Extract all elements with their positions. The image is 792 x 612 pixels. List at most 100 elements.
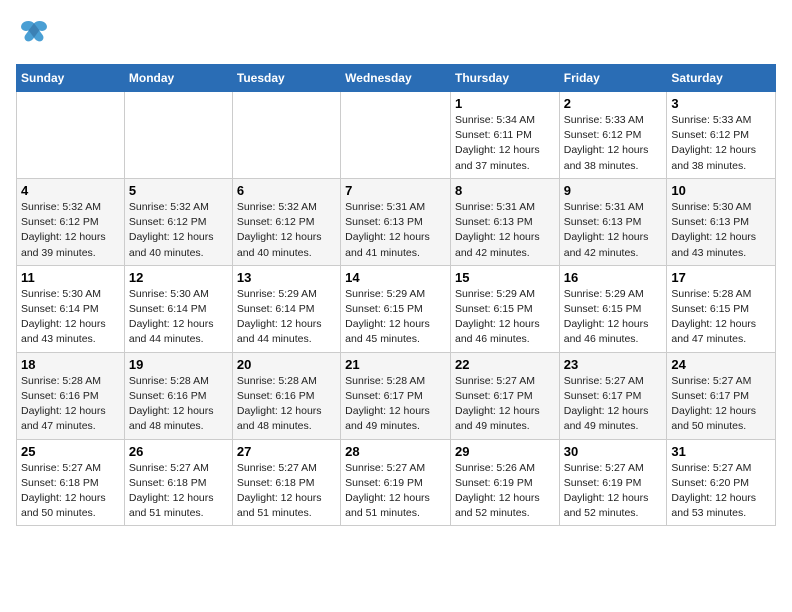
day-info: Sunrise: 5:26 AM Sunset: 6:19 PM Dayligh… [455, 461, 555, 522]
day-info: Sunrise: 5:33 AM Sunset: 6:12 PM Dayligh… [564, 113, 663, 174]
logo-icon [16, 16, 52, 52]
calendar-cell: 24 Sunrise: 5:27 AM Sunset: 6:17 PM Dayli… [667, 352, 776, 439]
logo [16, 16, 56, 52]
day-info: Sunrise: 5:31 AM Sunset: 6:13 PM Dayligh… [455, 200, 555, 261]
calendar-cell: 26Sunrise: 5:27 AM Sunset: 6:18 PM Dayli… [124, 439, 232, 526]
day-number: 17 [671, 270, 771, 285]
day-info: Sunrise: 5:28 AM Sunset: 6:16 PM Dayligh… [237, 374, 336, 435]
day-number: 19 [129, 357, 228, 372]
day-number: 30 [564, 444, 663, 459]
day-info: Sunrise: 5:27 AM Sunset: 6:17 PM Dayligh… [671, 374, 771, 435]
day-number: 27 [237, 444, 336, 459]
calendar-cell [341, 92, 451, 179]
calendar-cell: 27 Sunrise: 5:27 AM Sunset: 6:18 PM Dayli… [232, 439, 340, 526]
day-number: 20 [237, 357, 336, 372]
column-header-saturday: Saturday [667, 65, 776, 92]
calendar-cell [17, 92, 125, 179]
column-header-friday: Friday [559, 65, 667, 92]
calendar-cell [124, 92, 232, 179]
calendar-cell: 17 Sunrise: 5:28 AM Sunset: 6:15 PM Dayli… [667, 265, 776, 352]
calendar-table: SundayMondayTuesdayWednesdayThursdayFrid… [16, 64, 776, 526]
calendar-cell: 10 Sunrise: 5:30 AM Sunset: 6:13 PM Dayli… [667, 178, 776, 265]
calendar-cell: 15 Sunrise: 5:29 AM Sunset: 6:15 PM Dayli… [450, 265, 559, 352]
day-info: Sunrise: 5:27 AM Sunset: 6:18 PM Dayligh… [237, 461, 336, 522]
day-info: Sunrise: 5:30 AM Sunset: 6:13 PM Dayligh… [671, 200, 771, 261]
day-number: 22 [455, 357, 555, 372]
day-number: 21 [345, 357, 446, 372]
day-info: Sunrise: 5:28 AM Sunset: 6:16 PM Dayligh… [129, 374, 228, 435]
day-number: 2 [564, 96, 663, 111]
day-info: Sunrise: 5:27 AM Sunset: 6:18 PM Dayligh… [21, 461, 120, 522]
calendar-week-4: 18 Sunrise: 5:28 AM Sunset: 6:16 PM Dayli… [17, 352, 776, 439]
day-number: 16 [564, 270, 663, 285]
day-info: Sunrise: 5:32 AM Sunset: 6:12 PM Dayligh… [129, 200, 228, 261]
calendar-cell: 11Sunrise: 5:30 AM Sunset: 6:14 PM Dayli… [17, 265, 125, 352]
day-number: 7 [345, 183, 446, 198]
calendar-week-3: 11Sunrise: 5:30 AM Sunset: 6:14 PM Dayli… [17, 265, 776, 352]
calendar-cell: 2 Sunrise: 5:33 AM Sunset: 6:12 PM Daylig… [559, 92, 667, 179]
calendar-cell: 13Sunrise: 5:29 AM Sunset: 6:14 PM Dayli… [232, 265, 340, 352]
calendar-week-5: 25Sunrise: 5:27 AM Sunset: 6:18 PM Dayli… [17, 439, 776, 526]
day-info: Sunrise: 5:30 AM Sunset: 6:14 PM Dayligh… [129, 287, 228, 348]
day-number: 28 [345, 444, 446, 459]
day-number: 14 [345, 270, 446, 285]
calendar-week-2: 4 Sunrise: 5:32 AM Sunset: 6:12 PM Daylig… [17, 178, 776, 265]
calendar-cell: 31 Sunrise: 5:27 AM Sunset: 6:20 PM Dayli… [667, 439, 776, 526]
column-header-monday: Monday [124, 65, 232, 92]
calendar-cell: 22 Sunrise: 5:27 AM Sunset: 6:17 PM Dayli… [450, 352, 559, 439]
day-number: 9 [564, 183, 663, 198]
calendar-cell: 23 Sunrise: 5:27 AM Sunset: 6:17 PM Dayli… [559, 352, 667, 439]
day-number: 10 [671, 183, 771, 198]
day-number: 12 [129, 270, 228, 285]
calendar-cell: 14 Sunrise: 5:29 AM Sunset: 6:15 PM Dayli… [341, 265, 451, 352]
column-header-thursday: Thursday [450, 65, 559, 92]
day-info: Sunrise: 5:29 AM Sunset: 6:15 PM Dayligh… [455, 287, 555, 348]
day-number: 4 [21, 183, 120, 198]
calendar-cell: 30 Sunrise: 5:27 AM Sunset: 6:19 PM Dayli… [559, 439, 667, 526]
day-info: Sunrise: 5:27 AM Sunset: 6:19 PM Dayligh… [345, 461, 446, 522]
day-info: Sunrise: 5:30 AM Sunset: 6:14 PM Dayligh… [21, 287, 120, 348]
calendar-cell: 6Sunrise: 5:32 AM Sunset: 6:12 PM Daylig… [232, 178, 340, 265]
calendar-week-1: 1 Sunrise: 5:34 AM Sunset: 6:11 PM Daylig… [17, 92, 776, 179]
day-info: Sunrise: 5:28 AM Sunset: 6:16 PM Dayligh… [21, 374, 120, 435]
day-info: Sunrise: 5:32 AM Sunset: 6:12 PM Dayligh… [21, 200, 120, 261]
day-number: 18 [21, 357, 120, 372]
day-number: 6 [237, 183, 336, 198]
day-info: Sunrise: 5:28 AM Sunset: 6:17 PM Dayligh… [345, 374, 446, 435]
calendar-cell: 1 Sunrise: 5:34 AM Sunset: 6:11 PM Daylig… [450, 92, 559, 179]
day-number: 24 [671, 357, 771, 372]
calendar-cell: 7 Sunrise: 5:31 AM Sunset: 6:13 PM Daylig… [341, 178, 451, 265]
column-header-tuesday: Tuesday [232, 65, 340, 92]
day-info: Sunrise: 5:33 AM Sunset: 6:12 PM Dayligh… [671, 113, 771, 174]
calendar-cell: 28 Sunrise: 5:27 AM Sunset: 6:19 PM Dayli… [341, 439, 451, 526]
day-info: Sunrise: 5:27 AM Sunset: 6:20 PM Dayligh… [671, 461, 771, 522]
calendar-header-row: SundayMondayTuesdayWednesdayThursdayFrid… [17, 65, 776, 92]
day-number: 31 [671, 444, 771, 459]
day-number: 23 [564, 357, 663, 372]
calendar-cell: 21 Sunrise: 5:28 AM Sunset: 6:17 PM Dayli… [341, 352, 451, 439]
calendar-cell: 12 Sunrise: 5:30 AM Sunset: 6:14 PM Dayli… [124, 265, 232, 352]
day-info: Sunrise: 5:28 AM Sunset: 6:15 PM Dayligh… [671, 287, 771, 348]
day-number: 5 [129, 183, 228, 198]
column-header-wednesday: Wednesday [341, 65, 451, 92]
day-info: Sunrise: 5:31 AM Sunset: 6:13 PM Dayligh… [345, 200, 446, 261]
day-info: Sunrise: 5:27 AM Sunset: 6:19 PM Dayligh… [564, 461, 663, 522]
calendar-cell: 29 Sunrise: 5:26 AM Sunset: 6:19 PM Dayli… [450, 439, 559, 526]
calendar-cell: 4 Sunrise: 5:32 AM Sunset: 6:12 PM Daylig… [17, 178, 125, 265]
column-header-sunday: Sunday [17, 65, 125, 92]
day-info: Sunrise: 5:29 AM Sunset: 6:14 PM Dayligh… [237, 287, 336, 348]
calendar-cell: 18 Sunrise: 5:28 AM Sunset: 6:16 PM Dayli… [17, 352, 125, 439]
day-number: 1 [455, 96, 555, 111]
calendar-cell: 19 Sunrise: 5:28 AM Sunset: 6:16 PM Dayli… [124, 352, 232, 439]
day-number: 15 [455, 270, 555, 285]
calendar-cell: 20 Sunrise: 5:28 AM Sunset: 6:16 PM Dayli… [232, 352, 340, 439]
day-info: Sunrise: 5:27 AM Sunset: 6:17 PM Dayligh… [564, 374, 663, 435]
day-info: Sunrise: 5:27 AM Sunset: 6:17 PM Dayligh… [455, 374, 555, 435]
calendar-cell: 5 Sunrise: 5:32 AM Sunset: 6:12 PM Daylig… [124, 178, 232, 265]
day-info: Sunrise: 5:29 AM Sunset: 6:15 PM Dayligh… [564, 287, 663, 348]
day-info: Sunrise: 5:31 AM Sunset: 6:13 PM Dayligh… [564, 200, 663, 261]
day-number: 3 [671, 96, 771, 111]
day-info: Sunrise: 5:34 AM Sunset: 6:11 PM Dayligh… [455, 113, 555, 174]
day-info: Sunrise: 5:29 AM Sunset: 6:15 PM Dayligh… [345, 287, 446, 348]
day-number: 29 [455, 444, 555, 459]
